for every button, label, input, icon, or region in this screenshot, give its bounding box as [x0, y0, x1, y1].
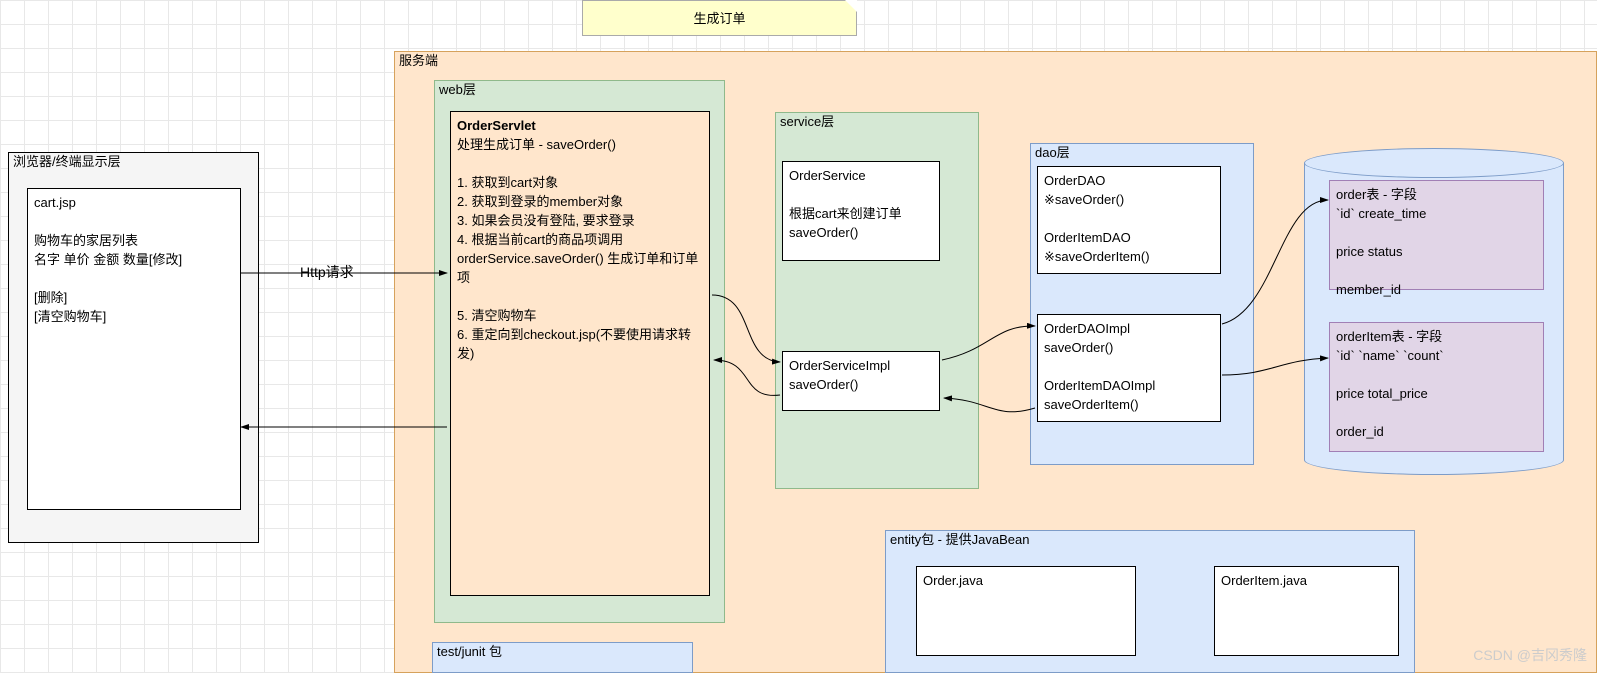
test-layer-label: test/junit 包	[433, 643, 692, 661]
order-table-box: order表 - 字段 `id` create_time price statu…	[1329, 180, 1544, 290]
servlet-step-6: 6. 重定向到checkout.jsp(不要使用请求转发)	[457, 325, 703, 363]
dao-l4: ※saveOrderItem()	[1044, 247, 1214, 266]
db-cylinder: order表 - 字段 `id` create_time price statu…	[1304, 148, 1564, 475]
dao-layer: dao层 OrderDAO ※saveOrder() OrderItemDAO …	[1030, 143, 1254, 465]
order-table-r1: `id` create_time	[1336, 204, 1537, 223]
web-layer: web层 OrderServlet 处理生成订单 - saveOrder() 1…	[434, 80, 725, 623]
orderitem-table-title: orderItem表 - 字段	[1336, 327, 1537, 346]
orderitem-table-r1: `id` `name` `count`	[1336, 346, 1537, 365]
order-java-box: Order.java	[916, 566, 1136, 656]
order-dao-impl-box: OrderDAOImpl saveOrder() OrderItemDAOImp…	[1037, 314, 1221, 422]
cart-jsp-line3: [删除]	[34, 288, 234, 307]
servlet-name: OrderServlet	[457, 116, 703, 135]
order-table-r2: price status	[1336, 242, 1537, 261]
dao-layer-label: dao层	[1031, 144, 1253, 162]
cart-jsp-box: cart.jsp 购物车的家居列表 名字 单价 金额 数量[修改] [删除] […	[27, 188, 241, 510]
servlet-step-5: 5. 清空购物车	[457, 306, 703, 325]
order-dao-box: OrderDAO ※saveOrder() OrderItemDAO ※save…	[1037, 166, 1221, 274]
servlet-step-2: 2. 获取到登录的member对象	[457, 192, 703, 211]
cart-jsp-line2: 名字 单价 金额 数量[修改]	[34, 250, 234, 269]
diagram-title-note: 生成订单	[582, 0, 857, 36]
browser-layer-label: 浏览器/终端显示层	[9, 153, 258, 171]
order-service-box: OrderService 根据cart来创建订单saveOrder()	[782, 161, 940, 261]
dao-impl-l4: saveOrderItem()	[1044, 395, 1214, 414]
orderitem-table-box: orderItem表 - 字段 `id` `name` `count` pric…	[1329, 322, 1544, 452]
watermark: CSDN @吉冈秀隆	[1473, 645, 1587, 665]
order-service-desc: 根据cart来创建订单saveOrder()	[789, 204, 933, 242]
dao-l2: ※saveOrder()	[1044, 190, 1214, 209]
servlet-step-1: 1. 获取到cart对象	[457, 173, 703, 192]
service-layer: service层 OrderService 根据cart来创建订单saveOrd…	[775, 112, 979, 489]
order-service-impl-name: OrderServiceImpl	[789, 356, 933, 375]
entity-layer-label: entity包 - 提供JavaBean	[886, 531, 1414, 549]
order-table-r3: member_id	[1336, 280, 1537, 299]
dao-impl-l3: OrderItemDAOImpl	[1044, 376, 1214, 395]
dao-impl-l1: OrderDAOImpl	[1044, 319, 1214, 338]
order-servlet-box: OrderServlet 处理生成订单 - saveOrder() 1. 获取到…	[450, 111, 710, 596]
order-service-impl-box: OrderServiceImpl saveOrder()	[782, 351, 940, 411]
cart-jsp-line4: [清空购物车]	[34, 307, 234, 326]
dao-l3: OrderItemDAO	[1044, 228, 1214, 247]
order-service-impl-method: saveOrder()	[789, 375, 933, 394]
orderitem-table-r3: order_id	[1336, 422, 1537, 441]
web-layer-label: web层	[435, 81, 724, 99]
http-request-label: Http请求	[300, 262, 354, 282]
entity-layer: entity包 - 提供JavaBean Order.java OrderIte…	[885, 530, 1415, 673]
orderitem-table-r2: price total_price	[1336, 384, 1537, 403]
server-layer-label: 服务端	[395, 52, 1596, 70]
servlet-subtitle: 处理生成订单 - saveOrder()	[457, 135, 703, 154]
browser-layer: 浏览器/终端显示层 cart.jsp 购物车的家居列表 名字 单价 金额 数量[…	[8, 152, 259, 543]
cart-jsp-line1: 购物车的家居列表	[34, 231, 234, 250]
order-service-name: OrderService	[789, 166, 933, 185]
test-layer: test/junit 包	[432, 642, 693, 673]
servlet-step-3: 3. 如果会员没有登陆, 要求登录	[457, 211, 703, 230]
orderitem-java-box: OrderItem.java	[1214, 566, 1399, 656]
cart-jsp-file: cart.jsp	[34, 193, 234, 212]
dao-l1: OrderDAO	[1044, 171, 1214, 190]
servlet-step-4: 4. 根据当前cart的商品项调用orderService.saveOrder(…	[457, 230, 703, 287]
service-layer-label: service层	[776, 113, 978, 131]
order-table-title: order表 - 字段	[1336, 185, 1537, 204]
dao-impl-l2: saveOrder()	[1044, 338, 1214, 357]
